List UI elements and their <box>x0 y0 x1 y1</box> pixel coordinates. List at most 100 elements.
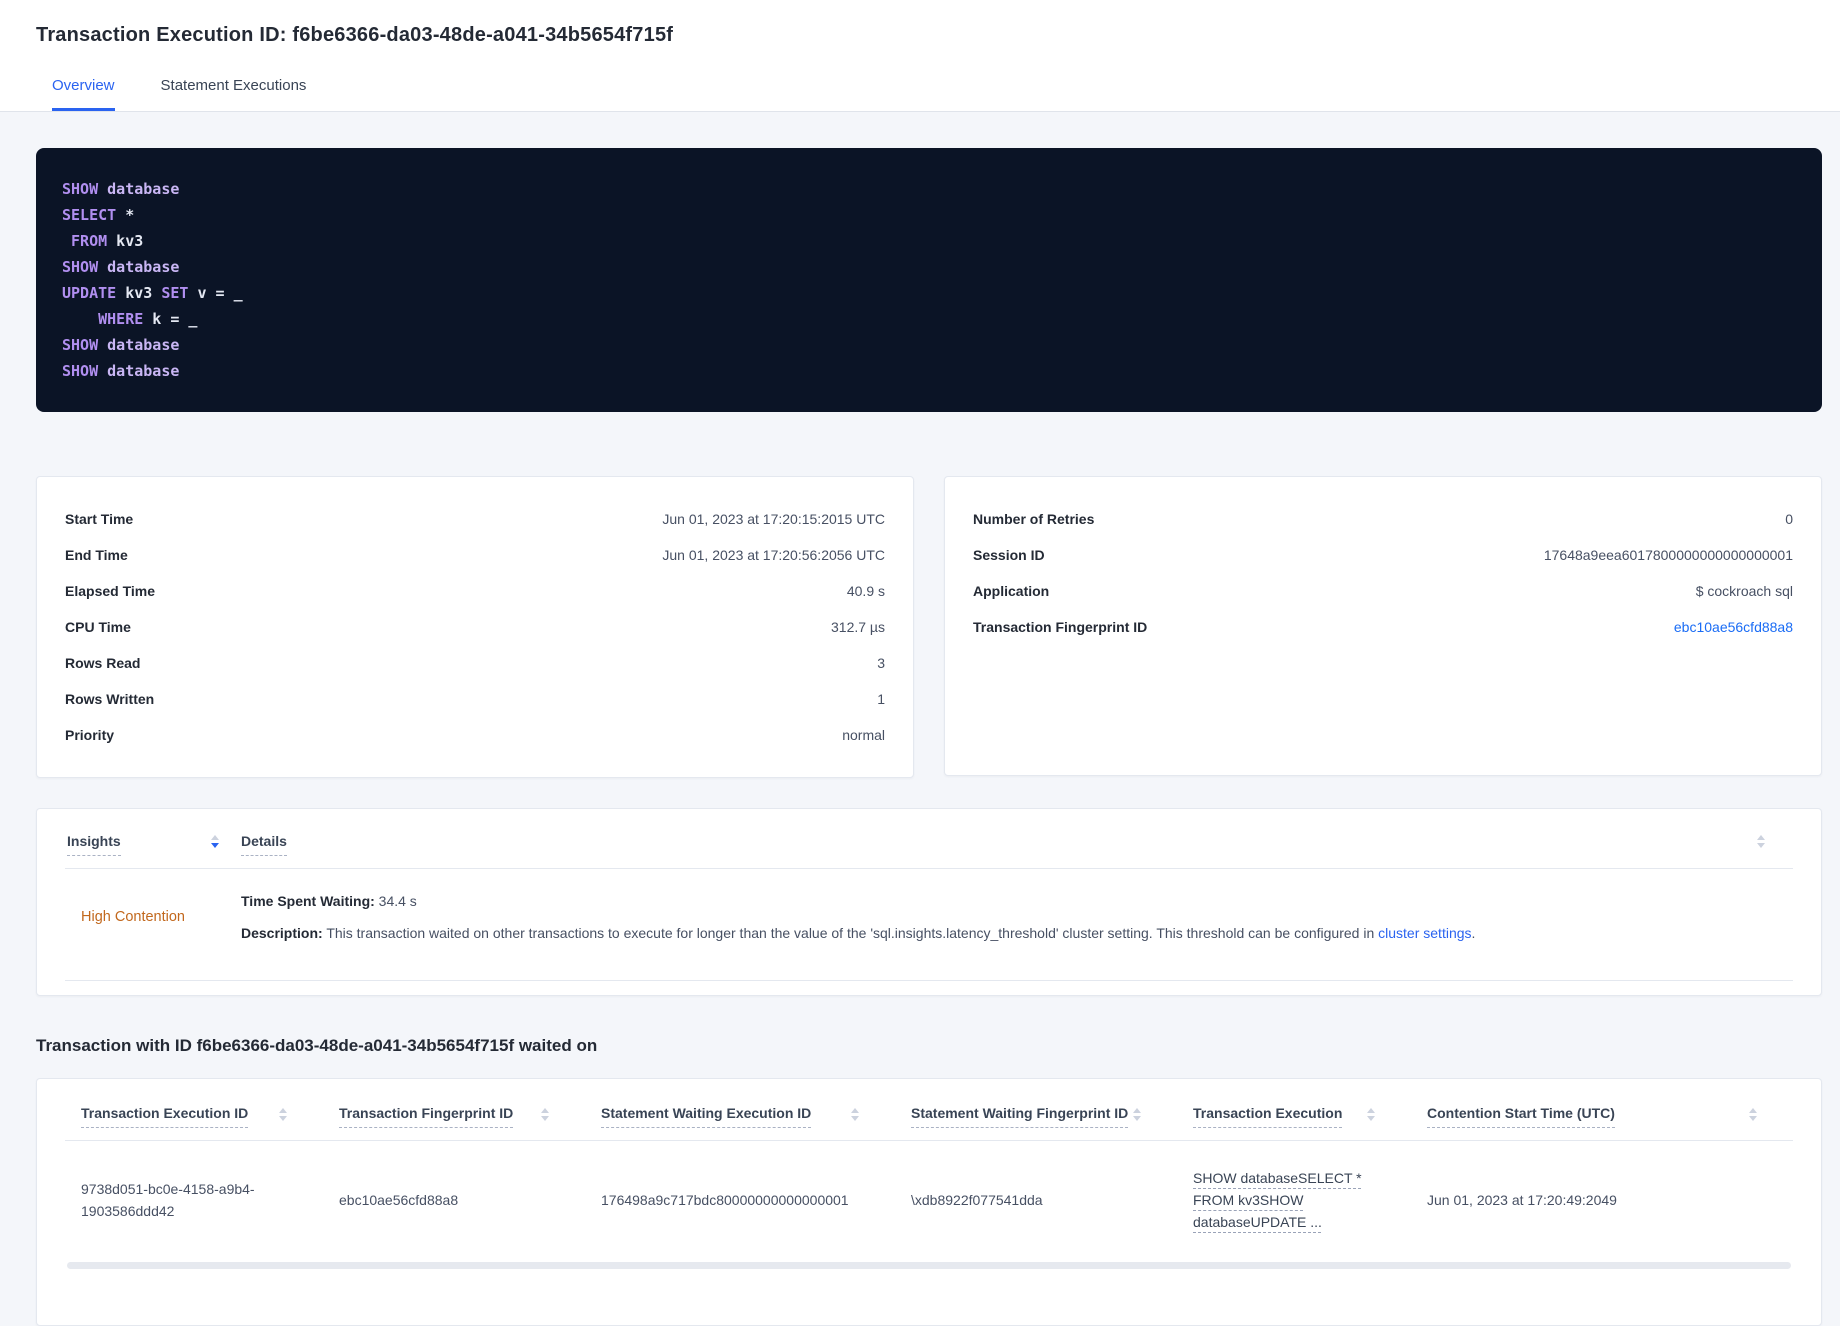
sql-statements-box: SHOW database SELECT * FROM kv3 SHOW datab… <box>36 148 1822 412</box>
detail-value: $ cockroach sql <box>1695 583 1793 599</box>
sql-line: SELECT * <box>62 202 1796 228</box>
detail-row: Session ID 17648a9eea60178000000000000000… <box>973 537 1793 573</box>
sort-arrows-icon[interactable] <box>1367 1107 1375 1121</box>
detail-value: Jun 01, 2023 at 17:20:56:2056 UTC <box>662 547 885 563</box>
detail-label: Application <box>973 583 1050 599</box>
column-header-label: Contention Start Time (UTC) <box>1427 1105 1615 1128</box>
sql-line: UPDATE kv3 SET v = _ <box>62 280 1796 306</box>
detail-row: End Time Jun 01, 2023 at 17:20:56:2056 UT… <box>65 537 885 573</box>
detail-label: Elapsed Time <box>65 583 156 599</box>
sql-keyword: FROM <box>71 232 108 250</box>
details-column-header[interactable]: Details <box>241 833 287 856</box>
detail-value: 17648a9eea6017800000000000000001 <box>1543 547 1793 563</box>
detail-label: End Time <box>65 547 128 563</box>
detail-label: Transaction Fingerprint ID <box>973 619 1148 635</box>
sort-arrows-icon[interactable] <box>851 1107 859 1121</box>
sql-identifier: kv3 <box>107 232 144 250</box>
waited-on-heading: Transaction with ID f6be6366-da03-48de-a… <box>36 1035 598 1055</box>
sql-identifier <box>62 232 71 250</box>
sql-keyword: UPDATE <box>62 284 117 302</box>
sql-keyword: database <box>98 362 180 380</box>
summary-cards-row: Start Time Jun 01, 2023 at 17:20:15:2015 … <box>36 476 1822 778</box>
sql-line: SHOW database <box>62 332 1796 358</box>
waited-table-body: 9738d051-bc0e-4158-a9b4-1903586ddd42 ebc1… <box>65 1140 1793 1260</box>
details-column-label: Details <box>241 833 287 856</box>
detail-row: CPU Time 312.7 µs <box>65 609 885 645</box>
sort-arrows-icon[interactable] <box>1757 835 1765 848</box>
column-header-contention-start-time-utc[interactable]: Contention Start Time (UTC) <box>1411 1104 1793 1141</box>
detail-row: Transaction Fingerprint ID ebc10ae56cfd88… <box>973 609 1793 645</box>
waited-on-table-card: Transaction Execution ID Transaction Fing… <box>36 1077 1822 1326</box>
sort-arrows-icon[interactable] <box>1749 1107 1757 1121</box>
horizontal-scrollbar[interactable] <box>67 1261 1791 1269</box>
waited-table-row: 9738d051-bc0e-4158-a9b4-1903586ddd42 ebc1… <box>65 1140 1793 1260</box>
detail-value: 1 <box>877 691 885 707</box>
tab-bar: Overview Statement Executions <box>36 77 1804 111</box>
detail-row: Application $ cockroach sql <box>973 573 1793 609</box>
detail-row: Elapsed Time 40.9 s <box>65 573 885 609</box>
sql-keyword: SHOW <box>62 258 99 276</box>
time-spent-waiting-value: 34.4 s <box>374 893 417 909</box>
insight-details: Time Spent Waiting: 34.4 s Description: … <box>241 891 1475 944</box>
detail-value: normal <box>842 727 885 743</box>
detail-value: 3 <box>877 655 885 671</box>
sort-arrows-icon[interactable] <box>211 835 219 848</box>
sql-identifier <box>62 310 98 328</box>
sql-line: SHOW database <box>62 358 1796 384</box>
column-header-label: Transaction Execution <box>1193 1105 1343 1128</box>
detail-label: Rows Written <box>65 691 155 707</box>
insights-card: Insights Details High Contention Time Sp… <box>36 808 1822 996</box>
tab-overview[interactable]: Overview <box>52 77 115 111</box>
tab-statement-executions[interactable]: Statement Executions <box>161 77 307 111</box>
sort-arrows-icon[interactable] <box>541 1107 549 1121</box>
sql-line: SHOW database <box>62 176 1796 202</box>
card-spacer <box>65 1269 1793 1309</box>
detail-label: CPU Time <box>65 619 131 635</box>
column-header-label: Statement Waiting Execution ID <box>601 1105 812 1128</box>
detail-label: Number of Retries <box>973 511 1095 527</box>
sql-keyword: SELECT <box>62 206 117 224</box>
table-cell: 9738d051-bc0e-4158-a9b4-1903586ddd42 <box>81 1180 255 1220</box>
waited-table-header-row: Transaction Execution ID Transaction Fing… <box>65 1104 1793 1141</box>
sql-keyword: SET <box>161 284 189 302</box>
insights-column-header[interactable]: Insights <box>65 833 241 856</box>
transaction-execution-link[interactable]: SHOW databaseSELECT * FROM kv3SHOW datab… <box>1177 1140 1411 1260</box>
column-header-transaction-execution-id[interactable]: Transaction Execution ID <box>65 1104 323 1141</box>
column-header-statement-waiting-fingerprint-id[interactable]: Statement Waiting Fingerprint ID <box>895 1104 1177 1141</box>
column-header-transaction-execution[interactable]: Transaction Execution <box>1177 1104 1411 1141</box>
sql-keyword: SHOW <box>62 336 99 354</box>
insight-description: Description: This transaction waited on … <box>241 923 1475 943</box>
sql-identifier: * <box>116 206 135 224</box>
execution-details-list: Start Time Jun 01, 2023 at 17:20:15:2015 … <box>65 501 885 753</box>
sql-keyword: SHOW <box>62 180 99 198</box>
page-title: Transaction Execution ID: f6be6366-da03-… <box>36 24 674 46</box>
sort-arrows-icon[interactable] <box>1133 1107 1141 1121</box>
column-header-label: Transaction Fingerprint ID <box>339 1105 514 1128</box>
waited-table: Transaction Execution ID Transaction Fing… <box>65 1104 1793 1260</box>
detail-label: Priority <box>65 727 115 743</box>
column-header-label: Transaction Execution ID <box>81 1105 249 1128</box>
sql-line: WHERE k = _ <box>62 306 1796 332</box>
detail-label: Start Time <box>65 511 134 527</box>
description-label: Description: <box>241 925 323 942</box>
sql-keyword: database <box>98 258 180 276</box>
column-header-statement-waiting-execution-id[interactable]: Statement Waiting Execution ID <box>585 1104 895 1141</box>
detail-label: Session ID <box>973 547 1045 563</box>
insight-type-badge: High Contention <box>81 909 185 926</box>
detail-row: Number of Retries 0 <box>973 501 1793 537</box>
detail-value: Jun 01, 2023 at 17:20:15:2015 UTC <box>662 511 885 527</box>
table-cell: 176498a9c717bdc80000000000000001 <box>601 1191 849 1208</box>
column-header-transaction-fingerprint-id[interactable]: Transaction Fingerprint ID <box>323 1104 585 1141</box>
table-cell: Jun 01, 2023 at 17:20:49:2049 <box>1427 1191 1617 1208</box>
description-text: This transaction waited on other transac… <box>322 925 1379 942</box>
sql-identifier: k = _ <box>143 310 198 328</box>
sql-identifier: kv3 <box>116 284 162 302</box>
cluster-settings-link[interactable]: cluster settings <box>1378 925 1471 941</box>
detail-value: 40.9 s <box>846 583 885 599</box>
time-spent-waiting-label: Time Spent Waiting: <box>241 893 375 909</box>
time-spent-waiting: Time Spent Waiting: 34.4 s <box>241 891 1475 911</box>
transaction-fingerprint-link[interactable]: ebc10ae56cfd88a8 <box>1674 619 1793 635</box>
column-header-label: Statement Waiting Fingerprint ID <box>911 1105 1129 1128</box>
sort-arrows-icon[interactable] <box>279 1107 287 1121</box>
sql-identifier: v = _ <box>188 284 243 302</box>
